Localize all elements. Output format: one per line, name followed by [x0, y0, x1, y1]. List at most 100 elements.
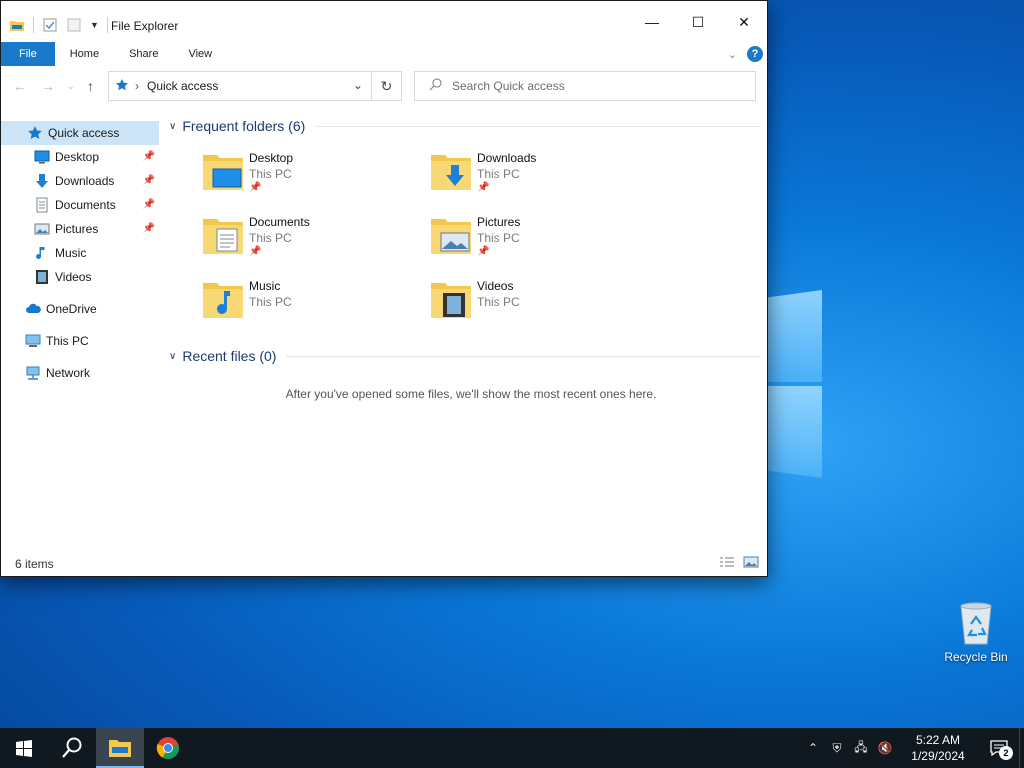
- pin-icon: 📌: [142, 175, 155, 186]
- clock-time: 5:22 AM: [915, 733, 961, 747]
- video-icon: [34, 269, 50, 285]
- pin-icon: 📌: [249, 246, 262, 257]
- system-clock[interactable]: 5:22 AM 1/29/2024: [903, 732, 973, 764]
- new-folder-icon[interactable]: [66, 17, 82, 33]
- folder-app-icon: [9, 17, 25, 33]
- sidebar-item-documents[interactable]: Documents 📌: [1, 193, 159, 217]
- desktop-folder-icon: [201, 149, 245, 193]
- tab-file[interactable]: File: [1, 42, 55, 66]
- sidebar-item-this-pc[interactable]: This PC: [1, 329, 159, 353]
- breadcrumb-separator-icon: ›: [135, 79, 139, 93]
- file-explorer-window: ▼ File Explorer — ☐ ✕ File Home Share Vi…: [0, 0, 768, 577]
- customize-qat-dropdown-icon[interactable]: ▼: [90, 20, 99, 30]
- chrome-icon: [156, 737, 179, 759]
- folder-name: Pictures: [477, 215, 521, 229]
- window-title: File Explorer: [111, 19, 179, 33]
- help-icon[interactable]: ?: [747, 46, 763, 62]
- view-toggle: [719, 556, 759, 568]
- folder-downloads[interactable]: Downloads This PC 📌: [429, 149, 657, 205]
- music-folder-icon: [201, 277, 245, 321]
- sidebar-item-music[interactable]: Music: [1, 241, 159, 265]
- close-button[interactable]: ✕: [721, 7, 767, 37]
- document-icon: [34, 197, 50, 213]
- cloud-icon: [25, 301, 41, 317]
- security-alert-icon[interactable]: ⛨: [825, 741, 849, 756]
- folder-name: Downloads: [477, 151, 537, 165]
- large-icons-view-icon[interactable]: [743, 556, 759, 568]
- windows-start-icon: [16, 740, 32, 757]
- chevron-up-icon[interactable]: ⌃: [801, 741, 825, 755]
- volume-muted-icon[interactable]: 🔇: [873, 741, 897, 755]
- refresh-button[interactable]: ↻: [372, 71, 402, 101]
- recent-locations-icon[interactable]: ⌄: [67, 81, 75, 92]
- tab-share[interactable]: Share: [114, 42, 173, 66]
- expand-ribbon-icon[interactable]: ⌄: [728, 48, 737, 61]
- quick-access-toolbar: ▼: [9, 17, 108, 33]
- taskbar: ⌃ ⛨ 🖧 🔇 5:22 AM 1/29/2024 2: [0, 728, 1024, 768]
- sidebar-item-label: OneDrive: [46, 302, 97, 316]
- folder-name: Videos: [477, 279, 514, 293]
- folder-music[interactable]: Music This PC: [201, 277, 429, 333]
- recycle-bin-icon: [957, 600, 995, 646]
- start-button[interactable]: [0, 728, 48, 768]
- window-controls: — ☐ ✕: [629, 7, 767, 37]
- recent-files-title: Recent files (0): [182, 348, 277, 364]
- sidebar-item-network[interactable]: Network: [1, 361, 159, 385]
- sidebar-item-pictures[interactable]: Pictures 📌: [1, 217, 159, 241]
- folder-desktop[interactable]: Desktop This PC 📌: [201, 149, 429, 205]
- recycle-bin-desktop-icon[interactable]: Recycle Bin: [940, 600, 1012, 664]
- address-dropdown-icon[interactable]: ⌄: [353, 78, 363, 92]
- network-status-icon[interactable]: 🖧: [849, 738, 873, 759]
- computer-icon: [25, 333, 41, 349]
- clock-date: 1/29/2024: [911, 749, 965, 763]
- pin-icon: 📌: [477, 246, 490, 257]
- system-tray: ⌃ ⛨ 🖧 🔇 5:22 AM 1/29/2024 2: [801, 728, 1024, 768]
- navigation-bar: ← → ⌄ ↑ › Quick access ⌄ ↻: [1, 71, 767, 101]
- recent-files-empty-message: After you've opened some files, we'll sh…: [285, 387, 657, 401]
- frequent-folders-header[interactable]: ∨ Frequent folders (6): [161, 113, 761, 139]
- taskbar-file-explorer[interactable]: [96, 728, 144, 768]
- frequent-folders-grid: Desktop This PC 📌 Downloads This PC 📌 Do…: [161, 149, 761, 333]
- back-arrow-icon[interactable]: ←: [13, 78, 27, 94]
- file-explorer-icon: [109, 740, 131, 757]
- folder-pictures[interactable]: Pictures This PC 📌: [429, 213, 657, 269]
- sidebar-item-onedrive[interactable]: OneDrive: [1, 297, 159, 321]
- tab-view[interactable]: View: [173, 42, 227, 66]
- tab-home[interactable]: Home: [55, 42, 114, 66]
- folder-location: This PC: [477, 231, 520, 245]
- address-bar[interactable]: › Quick access ⌄: [108, 71, 372, 101]
- search-box[interactable]: [414, 71, 756, 101]
- pin-icon: 📌: [249, 182, 262, 193]
- search-input[interactable]: [452, 79, 732, 93]
- windows-wallpaper-logo: [768, 290, 824, 480]
- action-center-button[interactable]: 2: [979, 728, 1019, 768]
- search-button[interactable]: [48, 728, 96, 768]
- notification-count-badge: 2: [999, 746, 1013, 760]
- show-desktop-button[interactable]: [1019, 728, 1024, 768]
- taskbar-chrome[interactable]: [144, 728, 192, 768]
- chevron-down-icon: ∨: [169, 120, 177, 132]
- sidebar-item-label: This PC: [46, 334, 89, 348]
- frequent-folders-title: Frequent folders (6): [182, 118, 306, 134]
- sidebar-item-downloads[interactable]: Downloads 📌: [1, 169, 159, 193]
- sidebar-item-quick-access[interactable]: Quick access: [1, 121, 159, 145]
- sidebar-item-videos[interactable]: Videos: [1, 265, 159, 289]
- pin-icon: 📌: [142, 151, 155, 162]
- folder-location: This PC: [249, 167, 292, 181]
- details-view-icon[interactable]: [719, 556, 735, 568]
- breadcrumb-quick-access[interactable]: Quick access: [147, 79, 218, 93]
- properties-icon[interactable]: [42, 17, 58, 33]
- sidebar-item-desktop[interactable]: Desktop 📌: [1, 145, 159, 169]
- desktop-icon: [34, 149, 50, 165]
- forward-arrow-icon[interactable]: →: [41, 78, 55, 94]
- search-icon: [62, 737, 82, 758]
- network-icon: [25, 365, 41, 381]
- content-pane: ∨ Frequent folders (6) Desktop This PC 📌: [161, 113, 761, 543]
- folder-videos[interactable]: Videos This PC: [429, 277, 657, 333]
- recent-files-header[interactable]: ∨ Recent files (0): [161, 343, 761, 369]
- search-icon: [429, 78, 442, 94]
- maximize-button[interactable]: ☐: [675, 7, 721, 37]
- up-arrow-icon[interactable]: ↑: [87, 78, 94, 94]
- folder-documents[interactable]: Documents This PC 📌: [201, 213, 429, 269]
- minimize-button[interactable]: —: [629, 7, 675, 37]
